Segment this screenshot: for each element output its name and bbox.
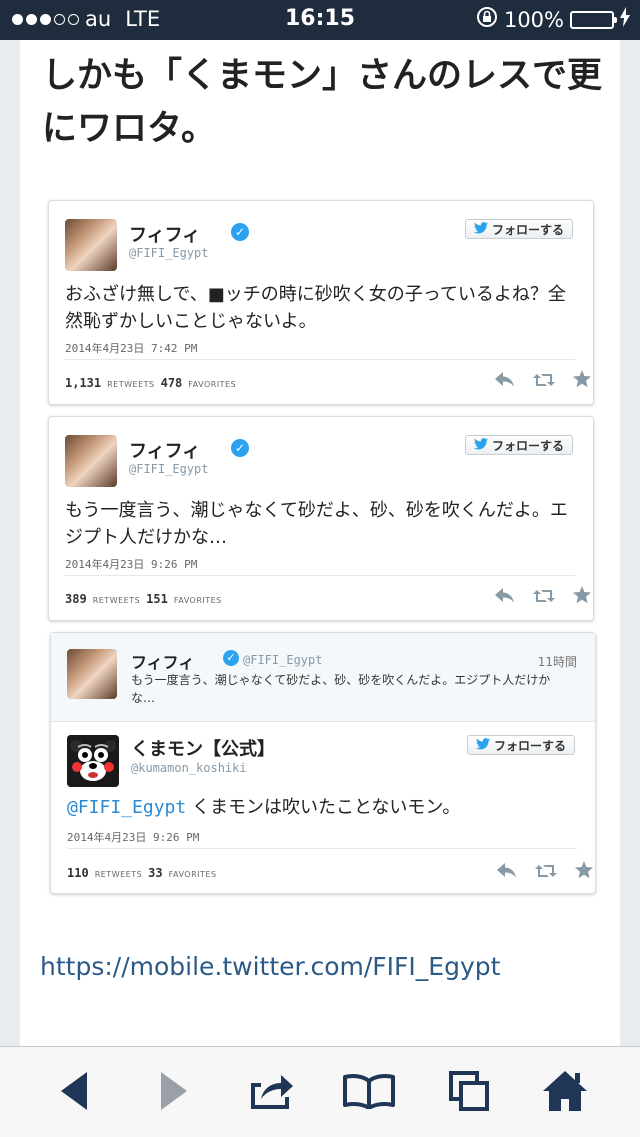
battery-percent: 100% [503,7,564,32]
tabs-button[interactable] [444,1071,494,1115]
tweet-text: @FIFI_Egypt くまモンは吹いたことないモン。 [67,794,577,821]
tweet-card[interactable]: フィフィ ✓ @FIFI_Egypt フォローする おふざけ無しで、■ッチの時に… [48,200,594,405]
tweet-card[interactable]: フィフィ ✓ @FIFI_Egypt フォローする もう一度言う、潮じゃなくて砂… [48,416,594,621]
avatar[interactable] [65,219,117,271]
avatar[interactable] [65,435,117,487]
tweet-author-handle[interactable]: @FIFI_Egypt [129,246,208,260]
verified-icon: ✓ [231,439,249,457]
bookmarks-icon [343,1073,395,1113]
rotation-lock-icon [476,6,498,33]
favorite-icon[interactable] [573,369,591,393]
follow-button[interactable]: フォローする [465,435,573,455]
back-button[interactable] [50,1071,100,1115]
home-icon [543,1071,587,1115]
verified-icon: ✓ [231,223,249,241]
reply-icon[interactable] [495,369,515,393]
charging-icon [620,7,630,32]
favorite-count: 151 [146,592,168,606]
tweet-actions [495,585,591,609]
tweet-author-name[interactable]: くまモン【公式】 [131,735,275,761]
tweet-stats: 1,131 RETWEETS 478 FAVORITES [65,376,236,390]
context-text: もう一度言う、潮じゃなくて砂だよ、砂、砂を吹くんだよ。エジプト人だけかな… [131,673,551,705]
follow-label: フォローする [493,738,566,753]
reply-icon[interactable] [497,860,517,884]
in-reply-to-context[interactable]: フィフィ ✓ @FIFI_Egypt 11時間 もう一度言う、潮じゃなくて砂だよ… [51,633,595,722]
page-headline: しかも「くまモン」さんのレスで更にワロタ。 [42,56,603,149]
tweet-timestamp[interactable]: 2014年4月23日 9:26 PM [67,829,199,845]
browser-toolbar [0,1046,640,1137]
favorite-count: 33 [148,866,163,880]
retweet-count: 110 [67,866,89,880]
reply-tweet-card[interactable]: フィフィ ✓ @FIFI_Egypt 11時間 もう一度言う、潮じゃなくて砂だよ… [50,632,596,894]
profile-link[interactable]: https://mobile.twitter.com/FIFI_Egypt [40,952,500,981]
tweet-text-body: くまモンは吹いたことないモン。 [186,797,461,818]
forward-button[interactable] [148,1071,198,1115]
twitter-bird-icon [475,737,490,753]
tweet-timestamp[interactable]: 2014年4月23日 7:42 PM [65,340,197,356]
context-author-name[interactable]: フィフィ [131,649,194,673]
follow-label: フォローする [491,222,564,237]
status-right: 100% [476,6,630,33]
verified-icon: ✓ [223,650,239,666]
tweet-actions [495,369,591,393]
tweet-text: おふざけ無しで、■ッチの時に砂吹く女の子っているよね？全然恥ずかしいことじゃない… [65,284,566,332]
retweet-icon[interactable] [535,860,557,884]
tweet-stats: 110 RETWEETS 33 FAVORITES [67,866,217,880]
tweet-author-name[interactable]: フィフィ [129,221,200,247]
favorite-count: 478 [160,376,183,390]
favorite-icon[interactable] [575,860,593,884]
retweets-label: RETWEETS [107,380,155,389]
context-time-ago: 11時間 [537,655,577,669]
tweet-author-name[interactable]: フィフィ [129,437,200,463]
twitter-bird-icon [473,437,488,453]
forward-icon [159,1072,187,1114]
share-icon [247,1071,295,1115]
divider [67,848,577,849]
divider [65,359,575,360]
tweet-timestamp[interactable]: 2014年4月23日 9:26 PM [65,556,197,572]
favorites-label: FAVORITES [168,870,217,879]
mention-link[interactable]: @FIFI_Egypt [67,797,186,818]
kumamon-avatar[interactable] [67,735,119,787]
follow-button[interactable]: フォローする [465,219,573,239]
tabs-icon [449,1071,489,1115]
home-button[interactable] [540,1071,590,1115]
reply-icon[interactable] [495,585,515,609]
retweet-icon[interactable] [533,369,555,393]
tweet-author-handle[interactable]: @kumamon_koshiki [131,761,247,775]
twitter-bird-icon [473,221,488,237]
share-button[interactable] [246,1071,296,1115]
retweet-count: 1,131 [65,376,102,390]
bookmarks-button[interactable] [343,1071,395,1115]
favorites-label: FAVORITES [173,596,222,605]
retweet-count: 389 [65,592,87,606]
tweet-text: もう一度言う、潮じゃなくて砂だよ、砂、砂を吹くんだよ。エジプト人だけかな… [65,500,568,548]
retweets-label: RETWEETS [92,596,141,605]
battery-icon [570,10,617,29]
divider [65,575,575,576]
avatar[interactable] [67,649,117,699]
favorite-icon[interactable] [573,585,591,609]
retweets-label: RETWEETS [94,870,143,879]
tweet-author-handle[interactable]: @FIFI_Egypt [129,462,208,476]
context-author-handle[interactable]: @FIFI_Egypt [243,653,322,667]
tweet-stats: 389 RETWEETS 151 FAVORITES [65,592,222,606]
tweet-actions [497,860,593,884]
retweet-icon[interactable] [533,585,555,609]
status-bar: au LTE 16:15 100% [0,0,640,40]
back-icon [61,1072,89,1114]
follow-label: フォローする [491,438,564,453]
follow-button[interactable]: フォローする [467,735,575,755]
favorites-label: FAVORITES [188,380,237,389]
